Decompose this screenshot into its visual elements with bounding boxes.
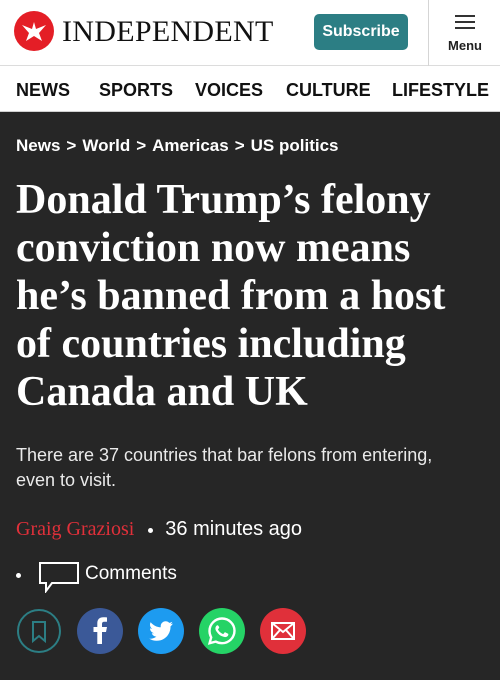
menu-label: Menu <box>448 38 482 53</box>
whatsapp-icon <box>199 608 245 654</box>
email-icon <box>260 608 306 654</box>
share-whatsapp-button[interactable] <box>199 608 245 654</box>
share-facebook-button[interactable] <box>77 608 123 654</box>
comment-bubble-icon <box>39 562 79 593</box>
site-header: INDEPENDENT Subscribe Menu <box>0 0 500 66</box>
eagle-logo-icon[interactable] <box>14 11 54 51</box>
publish-time: 36 minutes ago <box>165 518 303 540</box>
section-nav: NEWS SPORTS VOICES CULTURE LIFESTYLE <box>0 66 500 112</box>
facebook-icon <box>77 608 123 654</box>
header-divider <box>428 0 429 66</box>
share-twitter-button[interactable] <box>138 608 184 654</box>
byline: Graig Graziosi 36 minutes ago <box>16 518 302 541</box>
nav-item-voices[interactable]: VOICES <box>195 80 263 101</box>
menu-button[interactable]: Menu <box>436 0 494 66</box>
brand-wordmark[interactable]: INDEPENDENT <box>62 15 274 49</box>
nav-item-lifestyle[interactable]: LIFESTYLE <box>392 80 489 101</box>
breadcrumb-separator: > <box>66 136 77 155</box>
hamburger-icon <box>455 15 475 33</box>
breadcrumb-separator: > <box>136 136 147 155</box>
nav-item-news[interactable]: NEWS <box>16 80 70 101</box>
breadcrumb-us-politics[interactable]: US politics <box>251 136 339 155</box>
breadcrumb-world[interactable]: World <box>82 136 130 155</box>
twitter-icon <box>138 608 184 654</box>
bookmark-icon <box>17 609 61 653</box>
article-standfirst: There are 37 countries that bar felons f… <box>16 445 433 490</box>
breadcrumb-news[interactable]: News <box>16 136 60 155</box>
breadcrumb: News > World > Americas > US politics <box>16 136 339 156</box>
nav-item-sports[interactable]: SPORTS <box>99 80 173 101</box>
share-email-button[interactable] <box>260 608 306 654</box>
separator-dot <box>148 528 154 534</box>
bookmark-button[interactable] <box>16 608 62 654</box>
breadcrumb-americas[interactable]: Americas <box>152 136 229 155</box>
subscribe-button[interactable]: Subscribe <box>314 14 408 50</box>
article-headline: Donald Trump’s felony conviction now mea… <box>16 177 446 415</box>
breadcrumb-separator: > <box>234 136 245 155</box>
comments-label: Comments <box>85 563 177 584</box>
author-link[interactable]: Graig Graziosi <box>16 518 134 540</box>
separator-dot <box>16 573 21 578</box>
nav-item-culture[interactable]: CULTURE <box>286 80 371 101</box>
